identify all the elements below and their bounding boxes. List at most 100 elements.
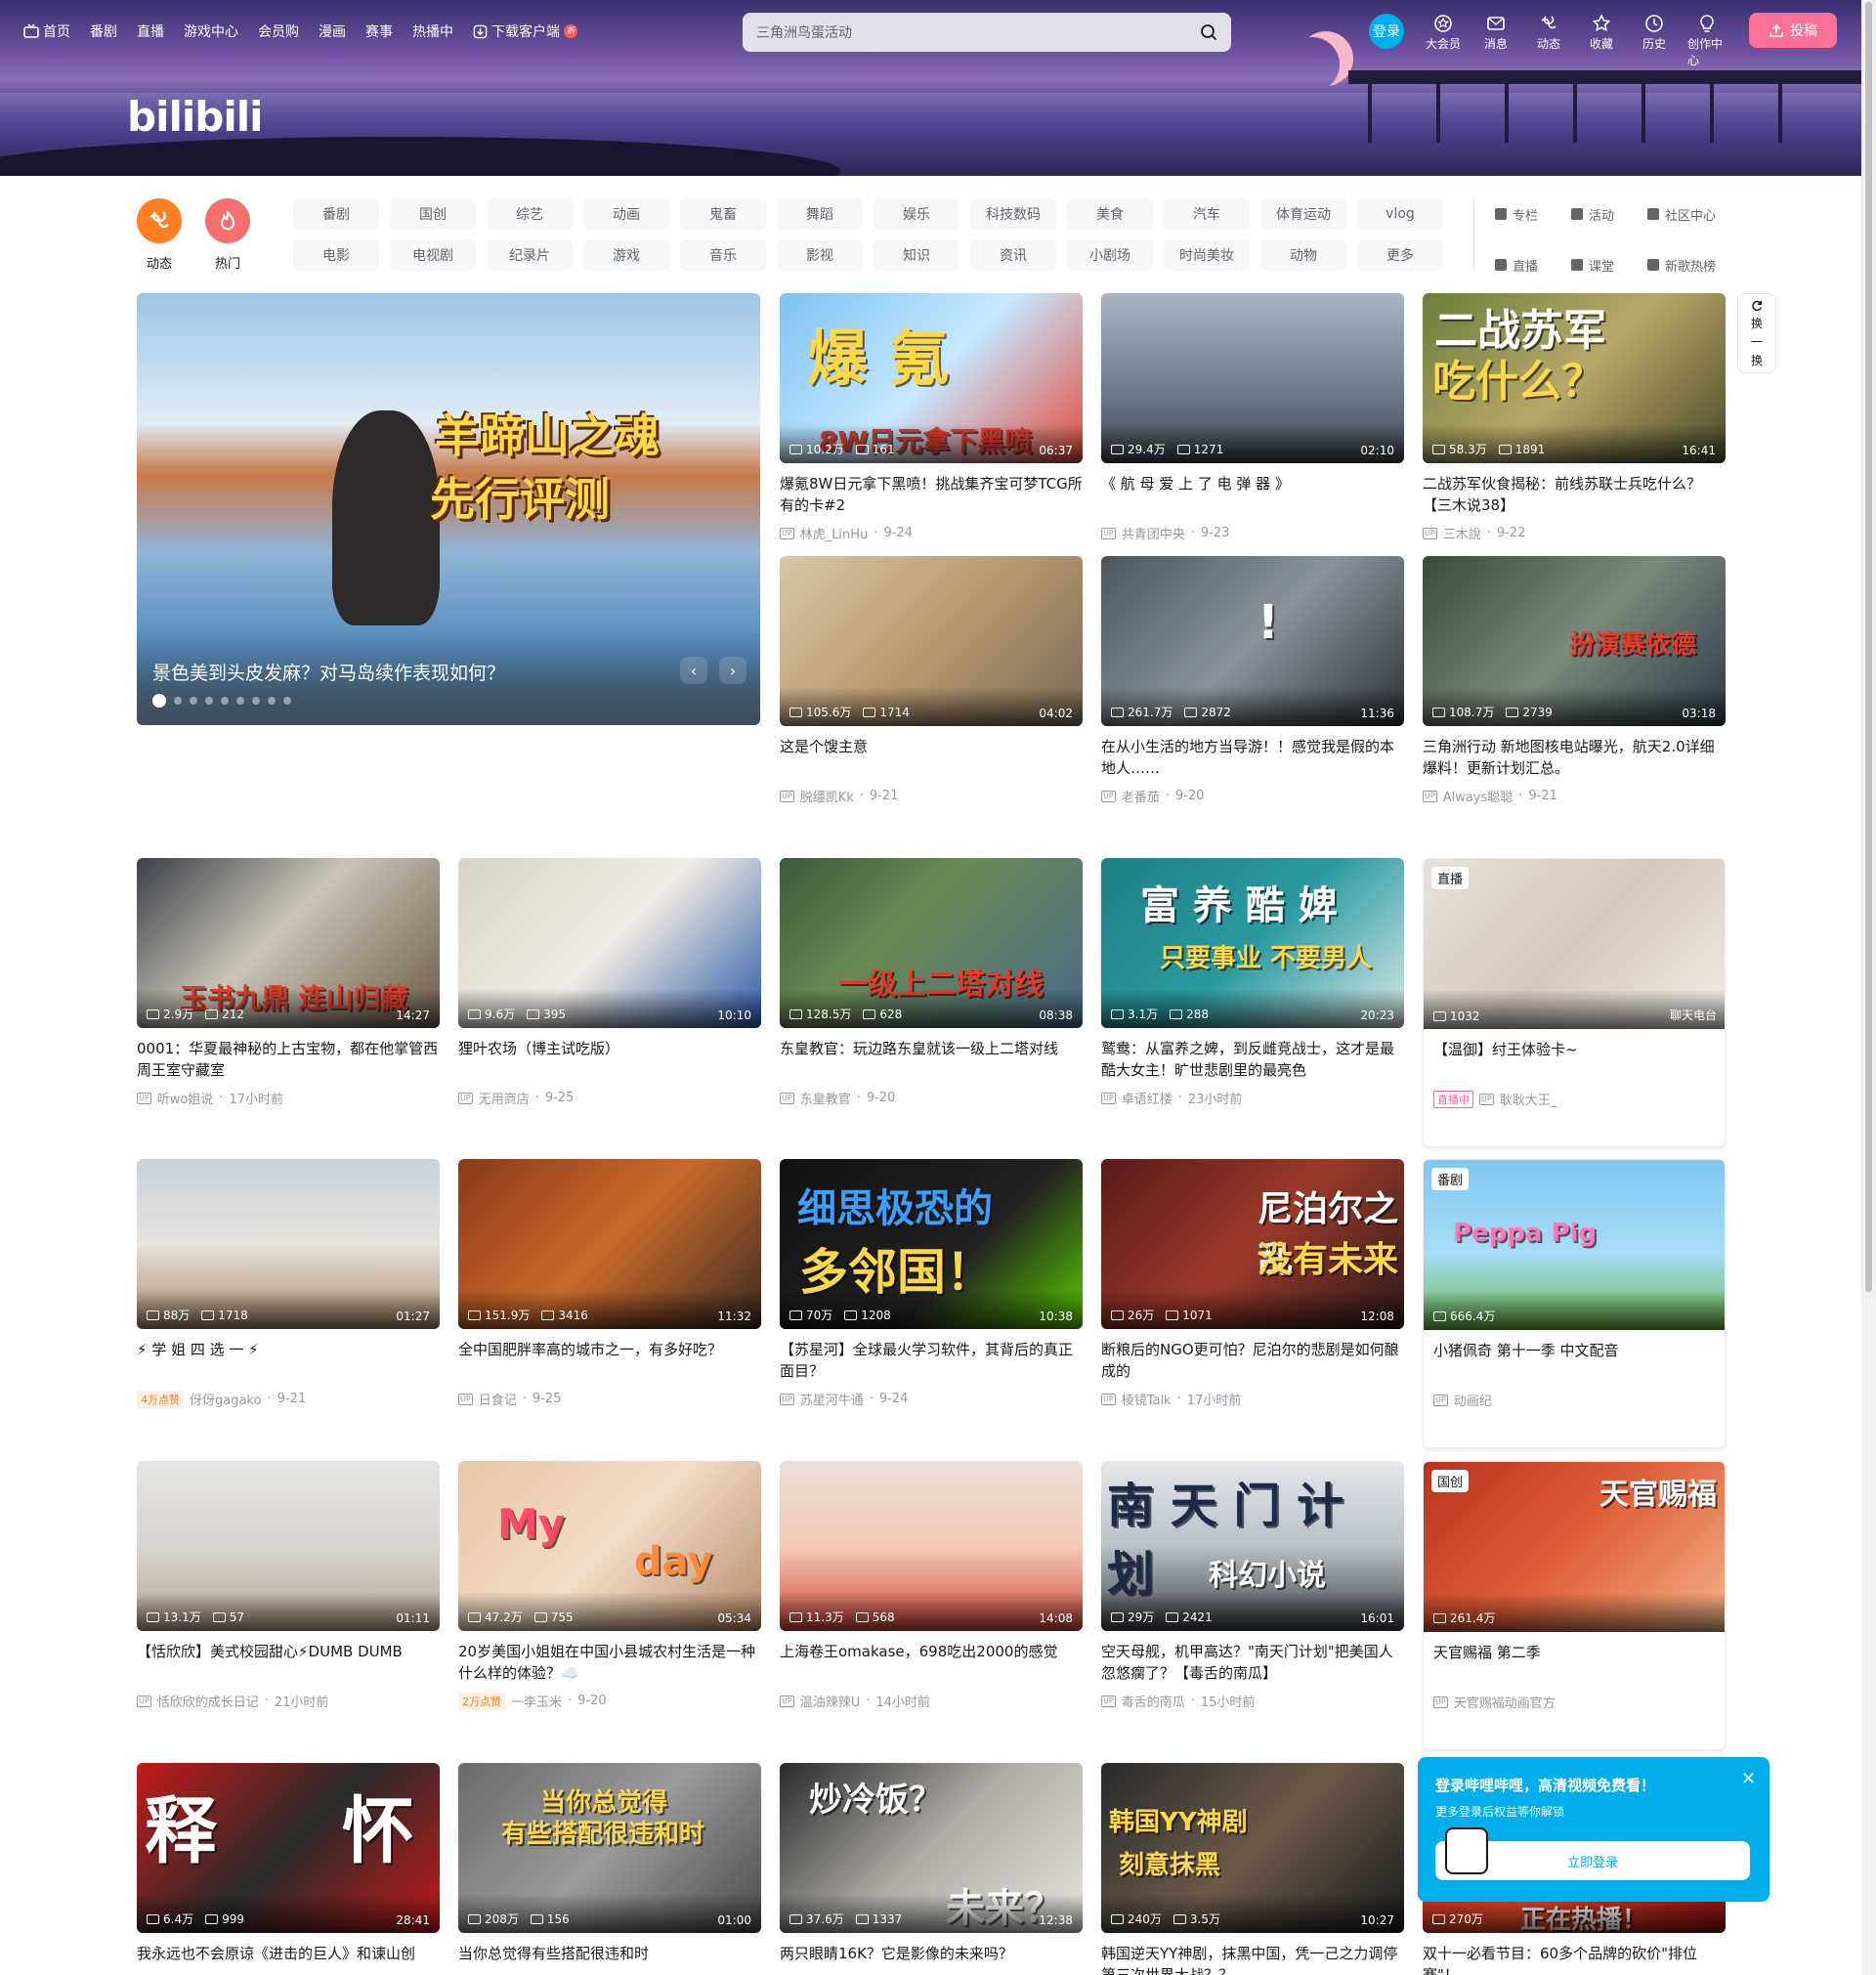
login-avatar[interactable]: 登录 — [1369, 14, 1404, 49]
channel-tag[interactable]: 动画 — [583, 198, 669, 230]
video-title[interactable]: 0001：华夏最神秘的上古宝物，都在他掌管西周王室守藏室 — [137, 1038, 440, 1081]
carousel-dot[interactable] — [152, 694, 166, 708]
video-card[interactable]: 二战苏军 吃什么？ 58.3万 1891 16:41 二战苏军伙食揭秘：前线苏联士兵吃什么… — [1423, 293, 1726, 542]
close-icon[interactable]: ✕ — [1741, 1769, 1756, 1789]
video-thumbnail[interactable]: 爆 氪8W日元拿下黑喷10.2万16106:37 — [780, 293, 1083, 463]
nav-game-center[interactable]: 游戏中心 — [184, 21, 238, 41]
video-card[interactable]: 当你总觉得 有些搭配很违和时 208万 156 01:00 当你总觉得有些搭配很违和时 — [458, 1763, 761, 1975]
video-thumbnail[interactable]: 105.6万 1714 04:02 — [780, 556, 1083, 726]
bilibili-logo[interactable]: bilibili — [127, 93, 264, 141]
video-card[interactable]: 玉书九鼎 连山归藏2.9万21214:270001：华夏最神秘的上古宝物，都在他… — [137, 858, 440, 1107]
video-card[interactable]: 炒冷饭？未来？37.6万133712:38两只眼睛16K？它是影像的未来吗？ — [780, 1763, 1083, 1975]
video-author[interactable]: 天官赐福动画官方 — [1454, 1693, 1556, 1711]
video-thumbnail[interactable]: 二战苏军 吃什么？ 58.3万 1891 16:41 — [1423, 293, 1726, 463]
video-card[interactable]: My day 47.2万 755 05:34 20岁美国小姐姐在中国小县城农村生活是一种什… — [458, 1461, 761, 1710]
video-card[interactable]: 一级上二塔对线 128.5万 628 08:38 东皇教官：玩边路东皇就该一级上二塔对线… — [780, 858, 1083, 1107]
video-card[interactable]: 直播 1032 聊天电台 【温御】纣王体验卡~ 直播中 UP 耿耿大王_ — [1423, 858, 1726, 1147]
channel-tag[interactable]: 美食 — [1067, 198, 1153, 230]
video-author[interactable]: 无用商店 — [479, 1089, 530, 1107]
video-thumbnail[interactable]: 扮演赛依德 108.7万 2739 03:18 — [1423, 556, 1726, 726]
video-author[interactable]: 伢伢gagako — [190, 1390, 261, 1408]
video-title[interactable]: 当你总觉得有些搭配很违和时 — [458, 1943, 761, 1975]
video-author[interactable]: 东皇教官 — [800, 1089, 851, 1107]
video-author[interactable]: 毒舌的南瓜 — [1122, 1692, 1185, 1710]
video-card[interactable]: 富 养 酷 婢只要事业 不要男人 3.1万 288 20:23 鹫鸯：从富养之婢，到反雌… — [1101, 858, 1404, 1107]
video-title[interactable]: 20岁美国小姐姐在中国小县城农村生活是一种什么样的体验？☁️ — [458, 1641, 761, 1684]
video-card[interactable]: Peppa Pig 番剧 666.4万 小猪佩奇 第十一季 中文配音 UP 动画纪 — [1423, 1159, 1726, 1448]
video-card[interactable]: 9.6万 395 10:10 狸叶农场（博主试吃版） UP 无用商店 · 9-25 — [458, 858, 761, 1107]
video-author[interactable]: 听wo姐说 — [157, 1089, 214, 1107]
channel-tag[interactable]: 科技数码 — [970, 198, 1056, 230]
nav-history[interactable]: 历史 — [1635, 14, 1674, 52]
video-author[interactable]: 林虎_LinHu — [800, 524, 869, 542]
refresh-button[interactable]: 换 一 换 — [1737, 293, 1776, 373]
nav-favorite[interactable]: 收藏 — [1582, 14, 1621, 52]
video-thumbnail[interactable]: 直播 1032 聊天电台 — [1424, 859, 1725, 1029]
upload-button[interactable]: 投稿 — [1749, 13, 1837, 48]
channel-tag[interactable]: 小剧场 — [1067, 239, 1153, 271]
video-author[interactable]: 棱镜Talk — [1122, 1390, 1172, 1408]
video-author[interactable]: 一李玉米 — [511, 1692, 562, 1710]
video-card[interactable]: 扮演赛依德 108.7万 2739 03:18 三角洲行动 新地图核电站曝光，航天2.0… — [1423, 556, 1726, 805]
video-title[interactable]: 二战苏军伙食揭秘：前线苏联士兵吃什么？【三木说38】 — [1423, 473, 1726, 516]
video-title[interactable]: 全中国肥胖率高的城市之一，有多好吃？ — [458, 1339, 761, 1382]
channel-tag[interactable]: 娱乐 — [874, 198, 959, 230]
carousel-dot[interactable] — [252, 697, 260, 705]
carousel-dot[interactable] — [268, 697, 276, 705]
channel-tag[interactable]: 综艺 — [487, 198, 573, 230]
nav-message[interactable]: 消息 — [1476, 14, 1515, 52]
video-thumbnail[interactable]: 151.9万 3416 11:32 — [458, 1159, 761, 1329]
video-thumbnail[interactable]: 天官赐福 国创 261.4万 — [1424, 1462, 1725, 1632]
channel-tag[interactable]: vlog — [1357, 198, 1443, 230]
video-title[interactable]: 三角洲行动 新地图核电站曝光，航天2.0详细爆料！更新计划汇总。 — [1423, 736, 1726, 779]
video-thumbnail[interactable]: 11.3万 568 14:08 — [780, 1461, 1083, 1631]
nav-manga[interactable]: 漫画 — [319, 21, 346, 41]
video-card[interactable]: 11.3万 568 14:08 上海卷王omakase，698吃出2000的感觉 UP 温… — [780, 1461, 1083, 1710]
hero-carousel[interactable]: 羊蹄山之魂 先行评测 景色美到头皮发麻？对马岛续作表现如何？ ‹ › — [137, 293, 760, 725]
channel-tag[interactable]: 知识 — [874, 239, 959, 271]
video-card[interactable]: 尼泊尔之乱 没有未来 26万 1071 12:08 断粮后的NGO更可怕？尼泊尔的悲剧是如… — [1101, 1159, 1404, 1408]
video-card[interactable]: 105.6万 1714 04:02 这是个馊主意 UP 脱缰凯Kk · 9-21 — [780, 556, 1083, 805]
scrollbar-thumb[interactable] — [1865, 2, 1872, 1292]
video-title[interactable]: 这是个馊主意 — [780, 736, 1083, 779]
video-thumbnail[interactable]: 尼泊尔之乱 没有未来 26万 1071 12:08 — [1101, 1159, 1404, 1329]
video-card[interactable]: ! 261.7万 2872 11:36 在从小生活的地方当导游！！感觉我是假的本地人……… — [1101, 556, 1404, 805]
video-author[interactable]: 共青团中央 — [1122, 524, 1185, 542]
channel-tag[interactable]: 游戏 — [583, 239, 669, 271]
video-title[interactable]: 【恬欣欣】美式校园甜心⚡DUMB DUMB — [137, 1641, 440, 1684]
channel-tag[interactable]: 体育运动 — [1260, 198, 1346, 230]
video-title[interactable]: 天官赐福 第二季 — [1424, 1642, 1725, 1685]
video-author[interactable]: 卓语红楼 — [1122, 1089, 1172, 1107]
video-title[interactable]: 我永远也不会原谅《进击的巨人》和谏山创 — [137, 1943, 440, 1975]
video-thumbnail[interactable]: 南 天 门 计 划科幻小说 29万 2421 16:01 — [1101, 1461, 1404, 1631]
channel-tag[interactable]: 资讯 — [970, 239, 1056, 271]
quick-live[interactable]: 直播 — [1495, 249, 1571, 280]
nav-download[interactable]: 下载客户端新 — [473, 21, 577, 41]
quick-songs[interactable]: 新歌热榜 — [1647, 249, 1724, 280]
video-title[interactable]: 《 航 母 爱 上 了 电 弹 器 》 — [1101, 473, 1404, 516]
video-thumbnail[interactable]: 韩国YY神剧 刻意抹黑 240万 3.5万 10:27 — [1101, 1763, 1404, 1933]
channel-tag[interactable]: 音乐 — [680, 239, 766, 271]
video-title[interactable]: 双十一必看节目：60多个品牌的砍价"排位赛"！ — [1423, 1943, 1726, 1975]
nav-home[interactable]: 首页 — [23, 21, 70, 41]
video-title[interactable]: 韩国逆天YY神剧，抹黑中国，凭一己之力调停第三次世界大战？？ — [1101, 1943, 1404, 1975]
channel-tag[interactable]: 时尚美妆 — [1164, 239, 1250, 271]
search-icon[interactable] — [1200, 23, 1217, 41]
video-thumbnail[interactable]: Peppa Pig 番剧 666.4万 — [1424, 1160, 1725, 1330]
channel-tag[interactable]: 影视 — [777, 239, 863, 271]
video-thumbnail[interactable]: 富 养 酷 婢只要事业 不要男人 3.1万 288 20:23 — [1101, 858, 1404, 1028]
nav-vip[interactable]: 大会员 — [1424, 14, 1463, 52]
channel-tag[interactable]: 动物 — [1260, 239, 1346, 271]
video-title[interactable]: ⚡ 学 姐 四 选 一 ⚡ — [137, 1339, 440, 1382]
video-card[interactable]: 13.1万 57 01:11 【恬欣欣】美式校园甜心⚡DUMB DUMB UP 恬欣欣的成… — [137, 1461, 440, 1710]
video-title[interactable]: 【苏星河】全球最火学习软件，其背后的真正面目？ — [780, 1339, 1083, 1382]
nav-creator[interactable]: 创作中心 — [1687, 14, 1727, 68]
channel-tag[interactable]: 电影 — [293, 239, 379, 271]
video-card[interactable]: 释 怀 6.4万 999 28:41 我永远也不会原谅《进击的巨人》和谏山创 — [137, 1763, 440, 1975]
channel-tag[interactable]: 电视剧 — [390, 239, 476, 271]
nav-mall[interactable]: 会员购 — [258, 21, 299, 41]
video-card[interactable]: 爆 氪8W日元拿下黑喷10.2万16106:37爆氪8W日元拿下黑喷！挑战集齐宝… — [780, 293, 1083, 542]
video-title[interactable]: 小猪佩奇 第十一季 中文配音 — [1424, 1340, 1725, 1383]
video-author[interactable]: 动画纪 — [1454, 1391, 1492, 1409]
quick-community[interactable]: 社区中心 — [1647, 198, 1724, 230]
